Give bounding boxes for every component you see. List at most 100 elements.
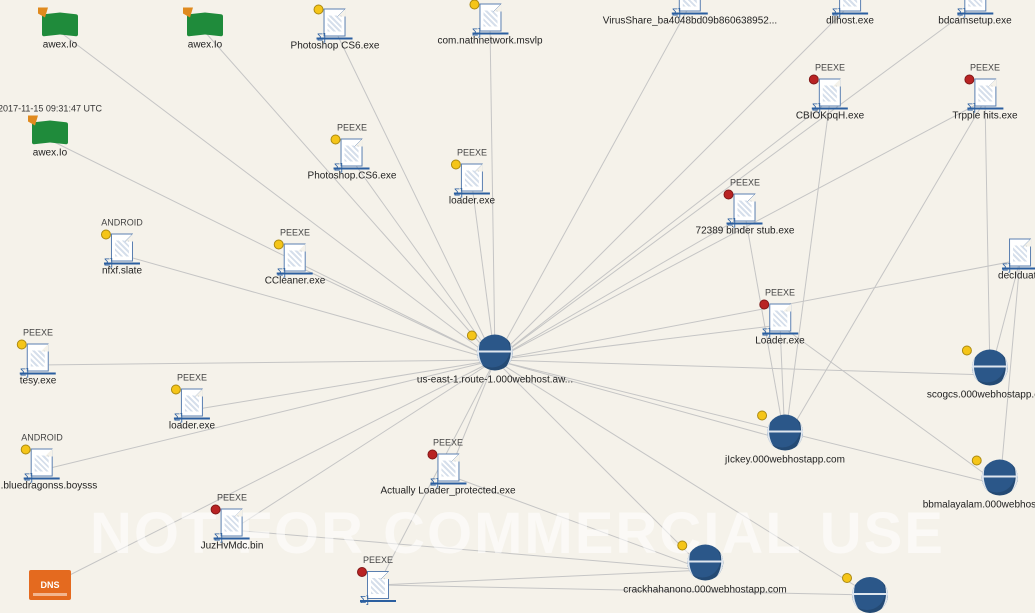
dns-icon: DNS: [29, 570, 71, 600]
graph-node[interactable]: PEEXEΣ]Loader.exe: [755, 304, 805, 347]
node-label: scogcs.000webhostapp.com: [927, 390, 1035, 401]
graph-edge: [985, 100, 990, 375]
graph-node[interactable]: PEEXEΣ]tesy.exe: [20, 344, 57, 387]
graph-node[interactable]: PEEXEΣ]72389 binder stub.exe: [696, 194, 795, 237]
graph-node[interactable]: PEEXEΣ]: [367, 571, 389, 599]
status-dot: [964, 75, 974, 85]
node-label: bbmalayalam.000webhostapp.com: [923, 500, 1035, 511]
graph-node[interactable]: Σ] com.nathnetwork.msvlp: [437, 4, 542, 47]
node-tag: PEEXE: [970, 63, 1000, 73]
node-tag: PEEXE: [730, 178, 760, 188]
file-icon: Σ]: [221, 509, 243, 537]
graph-node[interactable]: Σ]VirusShare_ba4048bd09b860638952...: [603, 0, 777, 27]
file-icon: Σ]: [769, 304, 791, 332]
graph-node[interactable]: us-east-1.route-1.000webhost.aw...: [417, 335, 573, 386]
graph-node[interactable]: Σ]decIduate: [998, 239, 1035, 282]
node-tag: ANDROID: [21, 433, 63, 443]
node-label: crackhahanono.000webhostapp.com: [623, 585, 786, 596]
globe-icon: [767, 415, 803, 451]
node-label: Photoshop CS6.exe: [291, 41, 380, 52]
graph-node[interactable]: PEEXEΣ]Trpple hits.exe: [952, 79, 1017, 122]
node-label: us-east-1.route-1.000webhost.aw...: [417, 375, 573, 386]
status-dot: [21, 445, 31, 455]
node-tag: PEEXE: [23, 328, 53, 338]
graph-node[interactable]: PEEXEΣ]CCleaner.exe: [265, 244, 326, 287]
node-tag: PEEXE: [177, 373, 207, 383]
node-label: Trpple hits.exe: [952, 111, 1017, 122]
status-dot: [972, 456, 982, 466]
node-tag: PEEXE: [433, 438, 463, 448]
graph-node[interactable]: ANDROIDΣ]nfxf.slate: [102, 234, 142, 277]
file-icon: Σ]: [479, 4, 501, 32]
status-dot: [757, 411, 767, 421]
status-dot: [842, 573, 852, 583]
status-dot: [211, 505, 221, 515]
graph-node[interactable]: scogcs.000webhostapp.com: [927, 350, 1035, 401]
status-dot: [724, 190, 734, 200]
status-dot: [314, 5, 324, 15]
graph-edge: [495, 360, 705, 570]
edges-layer: [0, 0, 1035, 603]
graph-node[interactable]: PEEXEΣ]loader.exe: [449, 164, 495, 207]
globe-icon: [852, 577, 888, 613]
graph-node[interactable]: PEEXEΣ]JuzHvMdc.bin: [201, 509, 264, 552]
graph-node[interactable]: PEEXEΣ]loader.exe: [169, 389, 215, 432]
file-icon: Σ]: [734, 194, 756, 222]
graph-node[interactable]: Σ]bdcamsetup.exe: [938, 0, 1011, 27]
file-icon: Σ]: [284, 244, 306, 272]
file-icon: Σ]: [27, 344, 49, 372]
status-dot: [171, 385, 181, 395]
graph-node[interactable]: bbmalayalam.000webhostapp.com: [923, 460, 1035, 511]
status-dot: [809, 75, 819, 85]
graph-node[interactable]: Σ] Photoshop CS6.exe: [291, 9, 380, 52]
globe-icon: [982, 460, 1018, 496]
graph-node[interactable]: awex.Io: [187, 14, 223, 51]
node-tag: PEEXE: [337, 123, 367, 133]
graph-node[interactable]: PEEXEΣ]Photoshop.CS6.exe: [308, 139, 397, 182]
node-label: awex.Io: [188, 40, 222, 51]
node-tag: PEEXE: [217, 493, 247, 503]
file-icon: Σ]: [1009, 239, 1031, 267]
graph-node[interactable]: PEEXEΣ]CBIOKpqH.exe: [796, 79, 864, 122]
graph-node[interactable]: PEEXEΣ]Actually Loader_protected.exe: [380, 454, 515, 497]
graph-node[interactable]: jIckey.000webhostapp.com: [725, 415, 845, 466]
node-tag: PEEXE: [765, 288, 795, 298]
graph-edge: [60, 32, 495, 360]
status-dot: [101, 230, 111, 240]
node-label: awex.Io: [43, 40, 77, 51]
book-icon: [32, 122, 68, 144]
graph-node[interactable]: DNS: [29, 570, 71, 600]
file-icon: Σ]: [437, 454, 459, 482]
file-icon: Σ]: [974, 79, 996, 107]
file-icon: Σ]: [839, 0, 861, 12]
file-icon: Σ]: [324, 9, 346, 37]
graph-node[interactable]: [852, 577, 888, 613]
graph-node[interactable]: Σ]dllhost.exe: [826, 0, 874, 27]
node-label: CCleaner.exe: [265, 276, 326, 287]
graph-canvas[interactable]: NOT FOR COMMERCIAL USE us-east-1.route-1…: [0, 0, 1035, 603]
status-dot: [451, 160, 461, 170]
file-icon: Σ]: [367, 571, 389, 599]
globe-icon: [972, 350, 1008, 386]
node-label: CBIOKpqH.exe: [796, 111, 864, 122]
file-icon: Σ]: [181, 389, 203, 417]
file-icon: Σ]: [31, 449, 53, 477]
node-label: Actually Loader_protected.exe: [380, 486, 515, 497]
graph-edge: [495, 5, 690, 360]
status-dot: [17, 340, 27, 350]
node-tag: PEEXE: [457, 148, 487, 158]
status-dot: [759, 300, 769, 310]
status-dot: [274, 240, 284, 250]
node-label: com.nathnetwork.msvlp: [437, 36, 542, 47]
file-icon: Σ]: [679, 0, 701, 12]
graph-node[interactable]: ANDROIDΣ]om.bluedragonss.boysss: [0, 449, 97, 492]
status-dot: [467, 331, 477, 341]
graph-node[interactable]: awex.Io: [42, 14, 78, 51]
status-dot: [357, 567, 367, 577]
node-timestamp: 2017-11-15 09:31:47 UTC: [0, 104, 102, 114]
globe-icon: [477, 335, 513, 371]
graph-node[interactable]: crackhahanono.000webhostapp.com: [623, 545, 786, 596]
graph-node[interactable]: 2017-11-15 09:31:47 UTCawex.Io: [32, 122, 68, 159]
file-icon: Σ]: [964, 0, 986, 12]
status-dot: [677, 541, 687, 551]
